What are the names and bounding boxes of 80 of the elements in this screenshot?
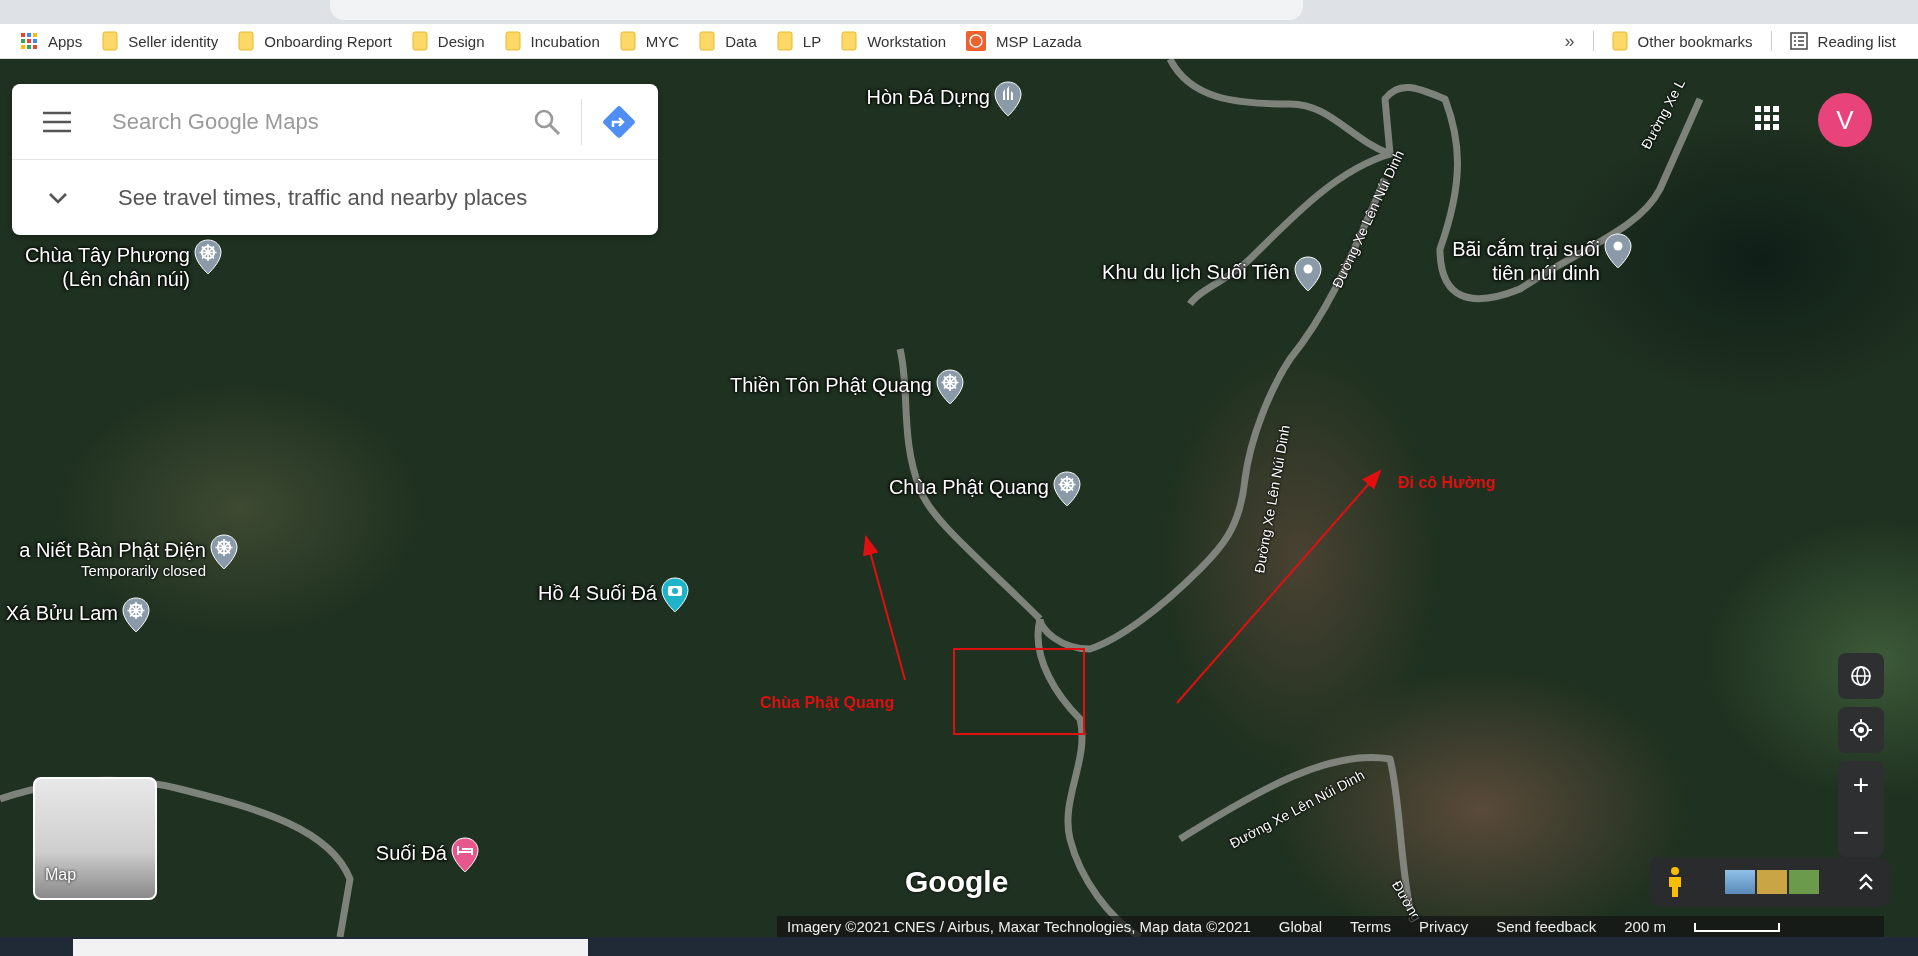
- bookmark[interactable]: Data: [699, 31, 757, 51]
- attribution-text: Imagery ©2021 CNES / Airbus, Maxar Technologies, Map data ©2021: [787, 918, 1251, 935]
- apps-grid-icon[interactable]: [1754, 105, 1780, 131]
- folder-icon: [504, 31, 521, 51]
- travel-times-row[interactable]: See travel times, traffic and nearby places: [12, 160, 658, 235]
- wheel-pin-icon[interactable]: [194, 239, 222, 275]
- satellite-photo[interactable]: [0, 59, 1918, 937]
- scale-bar-icon: [1693, 921, 1780, 932]
- folder-icon: [841, 31, 858, 51]
- folder-icon: [411, 31, 428, 51]
- wheel-pin-icon[interactable]: [122, 597, 150, 633]
- folder-icon: [619, 31, 636, 51]
- zoom-in-button[interactable]: +: [1838, 761, 1884, 809]
- camera-pin-icon[interactable]: [661, 577, 689, 613]
- folder-icon: [776, 31, 793, 51]
- chevron-up-icon[interactable]: [1858, 873, 1874, 891]
- bookmark[interactable]: LP: [776, 31, 822, 51]
- chevron-down-icon: [48, 190, 68, 205]
- place-label[interactable]: Thiền Tôn Phật Quang: [730, 373, 932, 397]
- place-label[interactable]: a Niết Bàn Phật Điện: [19, 538, 206, 562]
- my-location-button[interactable]: [1838, 707, 1884, 753]
- place-label[interactable]: Chùa Phật Quang: [888, 475, 1049, 499]
- bookmark[interactable]: Design: [411, 31, 485, 51]
- zoom-out-button[interactable]: −: [1838, 809, 1884, 857]
- layer-label: Map: [44, 866, 77, 885]
- list-icon: [1789, 32, 1808, 50]
- bookmark[interactable]: Onboarding Report: [238, 31, 392, 51]
- map-pin-icon[interactable]: [1294, 256, 1322, 292]
- map-pin-icon[interactable]: [1604, 233, 1632, 269]
- search-icon[interactable]: [533, 107, 561, 136]
- google-logo: Google: [905, 865, 1009, 899]
- status-note: Temporarily closed: [80, 562, 206, 580]
- road-label: Đường Xe Lên Núi Dinh: [1251, 423, 1293, 575]
- footer-link[interactable]: Privacy: [1418, 918, 1469, 935]
- travel-prompt: See travel times, traffic and nearby places: [118, 184, 528, 211]
- place-label[interactable]: Xá Bửu Lam: [5, 601, 118, 625]
- reading-list-button[interactable]: Reading list: [1789, 32, 1896, 50]
- location-target-icon: [1849, 718, 1873, 742]
- apps-grid-icon: [20, 32, 38, 50]
- search-field[interactable]: Search Google Maps: [92, 107, 513, 136]
- bookmark[interactable]: Apps: [20, 32, 83, 50]
- account-avatar[interactable]: V: [1818, 93, 1872, 147]
- scale-label: 200 m: [1624, 918, 1666, 935]
- place-label[interactable]: tiên núi dinh: [1492, 261, 1600, 285]
- place-label[interactable]: Suối Đá: [375, 841, 447, 865]
- footer-link[interactable]: Terms: [1350, 918, 1391, 935]
- bookmark[interactable]: MSP Lazada: [966, 31, 1082, 51]
- wheel-pin-icon[interactable]: [210, 534, 238, 570]
- place-label[interactable]: Hồ 4 Suối Đá: [538, 581, 657, 605]
- wheel-pin-icon[interactable]: [1053, 471, 1081, 507]
- bookmark[interactable]: MYC: [619, 31, 680, 51]
- globe-icon: [1850, 665, 1872, 687]
- more-bookmarks-button[interactable]: »: [1564, 30, 1575, 52]
- bookmark[interactable]: Workstation: [841, 31, 947, 51]
- landmark-pin-icon[interactable]: [994, 81, 1022, 117]
- wheel-pin-icon[interactable]: [936, 369, 964, 405]
- folder-icon: [699, 31, 716, 51]
- imagery-thumbnail[interactable]: [1724, 870, 1755, 894]
- footer-link[interactable]: Global: [1278, 918, 1323, 935]
- place-label[interactable]: Khu du lịch Suối Tiên: [1102, 260, 1290, 284]
- menu-icon[interactable]: [42, 110, 72, 133]
- place-label[interactable]: (Lên chân núi): [62, 267, 190, 291]
- bookmark[interactable]: Seller identity: [102, 31, 219, 51]
- place-label[interactable]: Bãi cắm trại suối: [1452, 237, 1600, 261]
- folder-icon: [102, 31, 119, 51]
- place-label[interactable]: Hòn Đá Dựng: [866, 85, 990, 109]
- folder-icon: [238, 31, 255, 51]
- footer-link[interactable]: Send feedback: [1496, 918, 1597, 935]
- folder-icon: [1611, 31, 1628, 51]
- imagery-thumbnail[interactable]: [1756, 870, 1787, 894]
- other-bookmarks-folder[interactable]: Other bookmarks: [1611, 31, 1753, 51]
- annotation-label: Đi cô Hường: [1398, 474, 1496, 492]
- imagery-thumbnail[interactable]: [1788, 870, 1819, 894]
- taskbar-search-field[interactable]: [73, 939, 588, 956]
- bed-pin-icon[interactable]: [451, 837, 479, 873]
- globe-button[interactable]: [1838, 653, 1884, 699]
- annotation-label: Chùa Phật Quang: [760, 694, 895, 712]
- place-label[interactable]: Chùa Tây Phương: [24, 243, 190, 267]
- site-icon: [966, 31, 987, 51]
- bookmark[interactable]: Incubation: [504, 31, 600, 51]
